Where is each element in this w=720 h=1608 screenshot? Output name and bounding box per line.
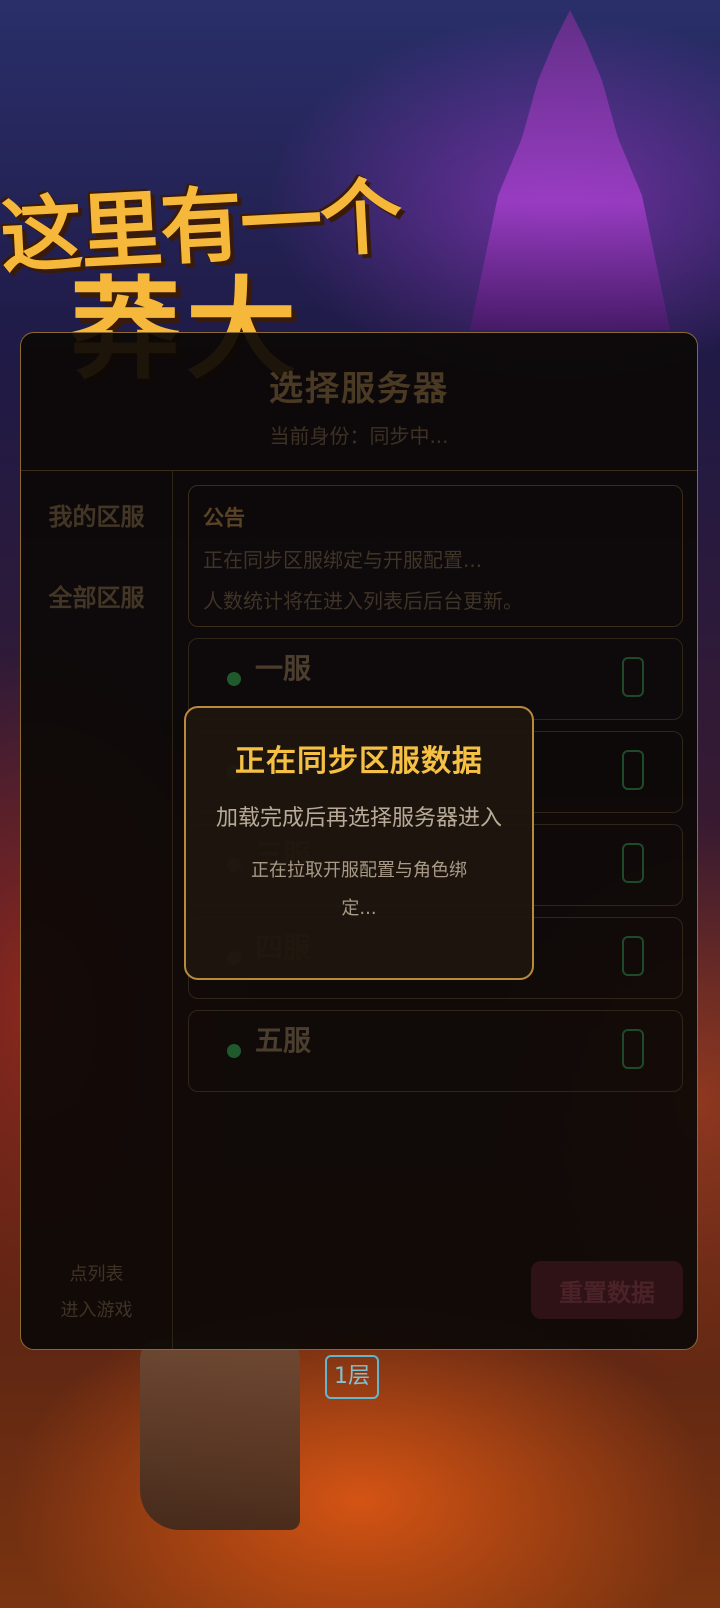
announcement-line2: 人数统计将在进入列表后后台更新。: [203, 589, 523, 613]
enter-server-icon[interactable]: [622, 843, 644, 883]
sidebar-item-my-servers[interactable]: 我的区服: [21, 497, 172, 532]
enter-server-icon[interactable]: [622, 1029, 644, 1069]
loading-dialog-message: 加载完成后再选择服务器进入: [215, 806, 502, 831]
identity-status: 当前身份：同步中...: [269, 424, 449, 448]
loading-dialog: 正在同步区服数据 加载完成后再选择服务器进入 正在拉取开服配置与角色绑定...: [184, 706, 534, 980]
server-name: 一服: [255, 652, 312, 685]
floor-sign: 1层: [325, 1355, 379, 1399]
sidebar-hint: 点列表 进入游戏: [21, 1257, 172, 1329]
sidebar-hint-line1: 点列表: [69, 1264, 124, 1285]
loading-dialog-detail: 正在拉取开服配置与角色绑定...: [251, 860, 467, 919]
announcement-box: 公告 正在同步区服绑定与开服配置... 人数统计将在进入列表后后台更新。: [188, 485, 683, 627]
boot-illustration: [140, 1340, 300, 1530]
sidebar-item-all-servers[interactable]: 全部区服: [21, 578, 172, 613]
reset-data-button[interactable]: 重置数据: [531, 1261, 683, 1319]
enter-server-icon[interactable]: [622, 657, 644, 697]
sidebar-hint-line2: 进入游戏: [60, 1300, 133, 1321]
online-status-dot: [227, 1044, 241, 1058]
announcement-title: 公告: [203, 506, 245, 530]
online-status-dot: [227, 672, 241, 686]
server-name: 五服: [255, 1024, 312, 1057]
panel-title: 选择服务器: [269, 369, 449, 409]
panel-header: 选择服务器 当前身份：同步中...: [21, 333, 697, 471]
server-group-sidebar: 我的区服 全部区服 点列表 进入游戏: [21, 471, 173, 1349]
loading-dialog-title: 正在同步区服数据: [235, 744, 483, 779]
enter-server-icon[interactable]: [622, 750, 644, 790]
server-item[interactable]: 五服: [188, 1010, 683, 1092]
announcement-line1: 正在同步区服绑定与开服配置...: [203, 548, 483, 572]
enter-server-icon[interactable]: [622, 936, 644, 976]
